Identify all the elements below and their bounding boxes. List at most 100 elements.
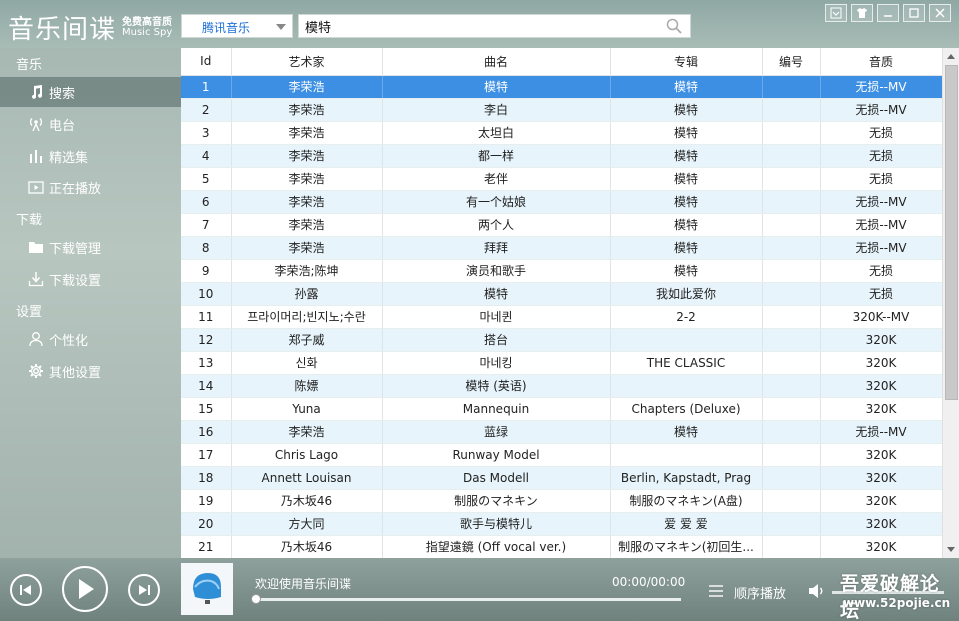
cell-id: 21	[181, 535, 232, 558]
cell-artist: 陈嫖	[231, 374, 383, 398]
close-icon	[935, 8, 945, 18]
cell-artist: 李荣浩	[231, 190, 383, 214]
cell-quality: 无损--MV	[820, 98, 943, 122]
watermark-title: 吾爱破解论坛	[840, 573, 941, 621]
cell-id: 9	[181, 259, 232, 283]
table-row[interactable]: 19 乃木坂46 制服のマネキン 制服のマネキン(A盘) 320K	[181, 489, 943, 513]
app-subtitle-cn: 免费高音质	[122, 17, 172, 28]
column-header-id[interactable]: Id	[181, 48, 232, 76]
cell-quality: 320K	[820, 374, 943, 398]
sidebar-item-other-settings[interactable]: 其他设置	[0, 356, 181, 386]
skin-button[interactable]	[851, 4, 873, 22]
playlist-order-icon[interactable]	[708, 584, 724, 598]
search-icon[interactable]	[666, 18, 682, 34]
table-row[interactable]: 18 Annett Louisan Das Modell Berlin, Kapsta…	[181, 466, 943, 490]
cell-album: 爱 爱 爱	[610, 512, 763, 536]
cell-number	[762, 420, 821, 444]
cell-number	[762, 535, 821, 558]
volume-icon[interactable]	[808, 583, 826, 599]
sidebar-item-label: 下载设置	[49, 273, 102, 289]
scrollbar-thumb[interactable]	[945, 65, 958, 400]
table-row[interactable]: 5 李荣浩 老伴 模特 无损	[181, 167, 943, 191]
sidebar-item-search[interactable]: 搜索	[0, 77, 181, 107]
cell-title: Runway Model	[382, 443, 611, 467]
menu-button[interactable]	[825, 4, 847, 22]
table-row[interactable]: 12 郑子威 搭台 320K	[181, 328, 943, 352]
chevron-down-icon	[276, 24, 286, 30]
cell-title: 演员和歌手	[382, 259, 611, 283]
cell-number	[762, 443, 821, 467]
cell-id: 15	[181, 397, 232, 421]
table-row[interactable]: 17 Chris Lago Runway Model 320K	[181, 443, 943, 467]
table-row[interactable]: 7 李荣浩 两个人 模特 无损--MV	[181, 213, 943, 237]
progress-bar[interactable]	[251, 594, 681, 604]
close-button[interactable]	[929, 4, 951, 22]
table-row[interactable]: 10 孙露 模特 我如此爱你 无损	[181, 282, 943, 306]
album-cover[interactable]	[181, 563, 233, 615]
sidebar-item-personalize[interactable]: 个性化	[0, 324, 181, 354]
sidebar-item-now-playing[interactable]: 正在播放	[0, 172, 181, 202]
table-row[interactable]: 1 李荣浩 模特 模特 无损--MV	[181, 75, 943, 99]
table-row[interactable]: 20 方大同 歌手与模特儿爱 爱 爱 320K	[181, 512, 943, 536]
table-row[interactable]: 4 李荣浩 都一样 模特 无损	[181, 144, 943, 168]
column-header-number[interactable]: 编号	[762, 48, 821, 76]
table-row[interactable]: 8 李荣浩 拜拜 模特 无损--MV	[181, 236, 943, 260]
table-row[interactable]: 15 Yuna Mannequin Chapters (Deluxe) 320K	[181, 397, 943, 421]
cell-number	[762, 328, 821, 352]
cell-id: 7	[181, 213, 232, 237]
play-button[interactable]	[62, 566, 108, 612]
cell-id: 10	[181, 282, 232, 306]
cell-title: 搭台	[382, 328, 611, 352]
column-header-artist[interactable]: 艺术家	[231, 48, 383, 76]
table-row[interactable]: 14 陈嫖 模特 (英语) 320K	[181, 374, 943, 398]
cell-quality: 320K	[820, 328, 943, 352]
table-row[interactable]: 6 李荣浩 有一个姑娘 模特 无损--MV	[181, 190, 943, 214]
scroll-up-icon[interactable]	[947, 54, 955, 59]
minimize-button[interactable]	[877, 4, 899, 22]
window-controls	[825, 4, 951, 22]
column-header-quality[interactable]: 音质	[820, 48, 943, 76]
sidebar-item-download-manager[interactable]: 下载管理	[0, 232, 181, 262]
gear-icon	[28, 363, 44, 379]
sidebar-item-download-settings[interactable]: 下载设置	[0, 264, 181, 294]
cell-title: 太坦白	[382, 121, 611, 145]
previous-button[interactable]	[10, 574, 42, 606]
table-row[interactable]: 21 乃木坂46 指望遠鏡 (Off vocal ver.) 制服のマネキン(初回生.…	[181, 535, 943, 558]
sidebar-item-label: 精选集	[49, 150, 89, 166]
sidebar: 音乐 搜索 电台 精选集 正在播放 下载 下载管理 下载设置 设置 个性化 其他…	[0, 48, 181, 558]
sidebar-item-featured[interactable]: 精选集	[0, 141, 181, 171]
table-header-row: Id 艺术家 曲名 专辑 编号 音质	[181, 48, 943, 76]
folder-icon	[28, 239, 44, 255]
table-row[interactable]: 3 李荣浩 太坦白 模特 无损	[181, 121, 943, 145]
cell-quality: 无损--MV	[820, 213, 943, 237]
vertical-scrollbar[interactable]	[942, 48, 959, 558]
progress-knob[interactable]	[251, 594, 261, 604]
cell-title: 模特	[382, 282, 611, 306]
table-row[interactable]: 2 李荣浩 李白 模特 无损--MV	[181, 98, 943, 122]
next-button[interactable]	[128, 574, 160, 606]
next-icon	[139, 585, 150, 595]
sidebar-section-music: 音乐	[16, 58, 43, 73]
cell-album: 制服のマネキン(A盘)	[610, 489, 763, 513]
column-header-album[interactable]: 专辑	[610, 48, 763, 76]
search-input[interactable]	[299, 15, 659, 37]
cell-number	[762, 351, 821, 375]
table-row[interactable]: 16 李荣浩 蓝绿 模特 无损--MV	[181, 420, 943, 444]
column-header-title[interactable]: 曲名	[382, 48, 611, 76]
table-row[interactable]: 9 李荣浩;陈坤 演员和歌手 模特 无损	[181, 259, 943, 283]
scroll-down-icon[interactable]	[947, 547, 955, 552]
cell-quality: 无损--MV	[820, 236, 943, 260]
cell-id: 2	[181, 98, 232, 122]
cell-album: 模特	[610, 75, 763, 99]
play-order-label[interactable]: 顺序播放	[734, 583, 786, 602]
cell-title: 拜拜	[382, 236, 611, 260]
sidebar-item-radio[interactable]: 电台	[0, 109, 181, 139]
table-row[interactable]: 11 프라이머리;빈지노;수란 마네퀸 2-2 320K--MV	[181, 305, 943, 329]
table-row[interactable]: 13 신화 마네킹 THE CLASSIC 320K	[181, 351, 943, 375]
cell-artist: 李荣浩	[231, 98, 383, 122]
cell-quality: 320K	[820, 351, 943, 375]
maximize-button[interactable]	[903, 4, 925, 22]
music-source-select[interactable]: 腾讯音乐	[181, 14, 293, 38]
cell-artist: 李荣浩	[231, 213, 383, 237]
cell-artist: 李荣浩	[231, 75, 383, 99]
